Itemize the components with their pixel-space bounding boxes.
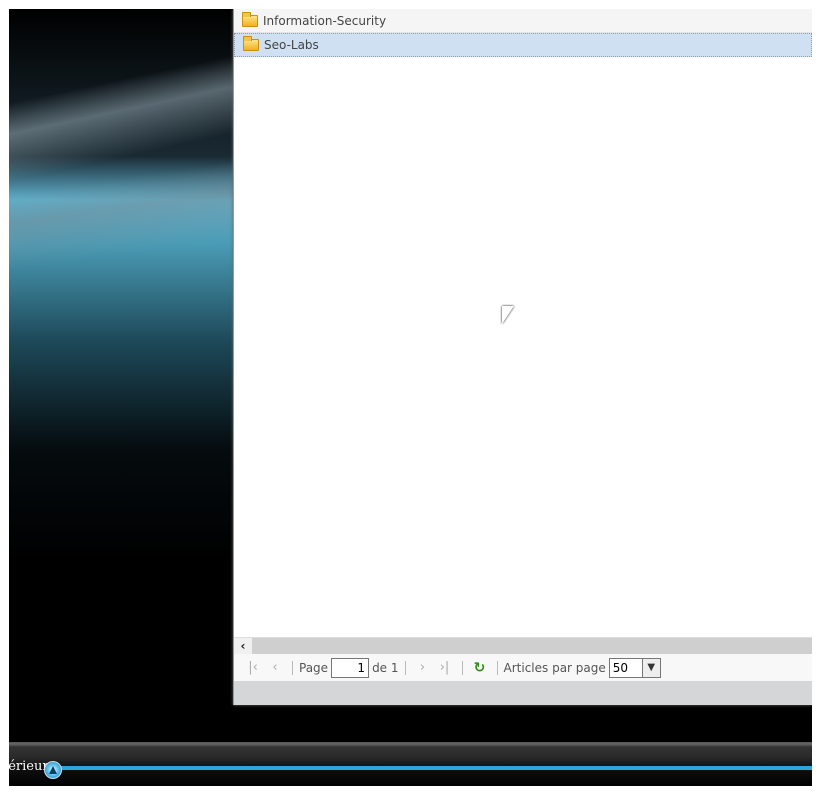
- next-page-icon[interactable]: ›: [412, 660, 434, 675]
- folder-icon: [243, 36, 259, 51]
- divider: [496, 660, 498, 675]
- first-page-icon[interactable]: |‹: [242, 660, 264, 675]
- chevron-down-icon[interactable]: ▼: [641, 658, 660, 677]
- mouse-cursor-icon: [502, 306, 514, 324]
- file-browser-panel: Information-Security Seo-Labs ‹ |‹ ‹ Pag…: [233, 9, 812, 705]
- folder-icon: [242, 11, 258, 27]
- scroll-left-icon[interactable]: ‹: [234, 638, 252, 654]
- pagination-toolbar: |‹ ‹ Page de 1 › ›| ↻ Articles par page …: [234, 654, 812, 681]
- desktop: Information-Security Seo-Labs ‹ |‹ ‹ Pag…: [9, 9, 812, 786]
- prev-page-icon[interactable]: ‹: [264, 660, 286, 675]
- divider: [292, 660, 293, 675]
- per-page-value: 50: [609, 658, 642, 677]
- background-wallpaper: [9, 9, 239, 744]
- slider-knob[interactable]: [44, 761, 62, 779]
- refresh-icon[interactable]: ↻: [469, 660, 491, 676]
- per-page-label: Articles par page: [503, 660, 606, 675]
- taskbar-label: térieur: [9, 759, 49, 774]
- horizontal-scrollbar[interactable]: ‹: [234, 637, 812, 654]
- panel-footer: [234, 681, 812, 705]
- page-count: de 1: [372, 660, 399, 675]
- last-page-icon[interactable]: ›|: [434, 660, 456, 675]
- divider: [404, 660, 406, 675]
- per-page-select[interactable]: 50 ▼: [608, 657, 661, 678]
- slider-track[interactable]: [59, 766, 812, 770]
- list-item-label: Information-Security: [263, 13, 387, 28]
- page-label: Page: [299, 660, 329, 675]
- list-item[interactable]: Seo-Labs: [234, 33, 812, 57]
- list-item[interactable]: Information-Security: [234, 9, 812, 33]
- list-item-label: Seo-Labs: [264, 38, 319, 52]
- divider: [461, 660, 463, 675]
- taskbar: térieur: [9, 742, 812, 786]
- page-input[interactable]: [331, 657, 370, 678]
